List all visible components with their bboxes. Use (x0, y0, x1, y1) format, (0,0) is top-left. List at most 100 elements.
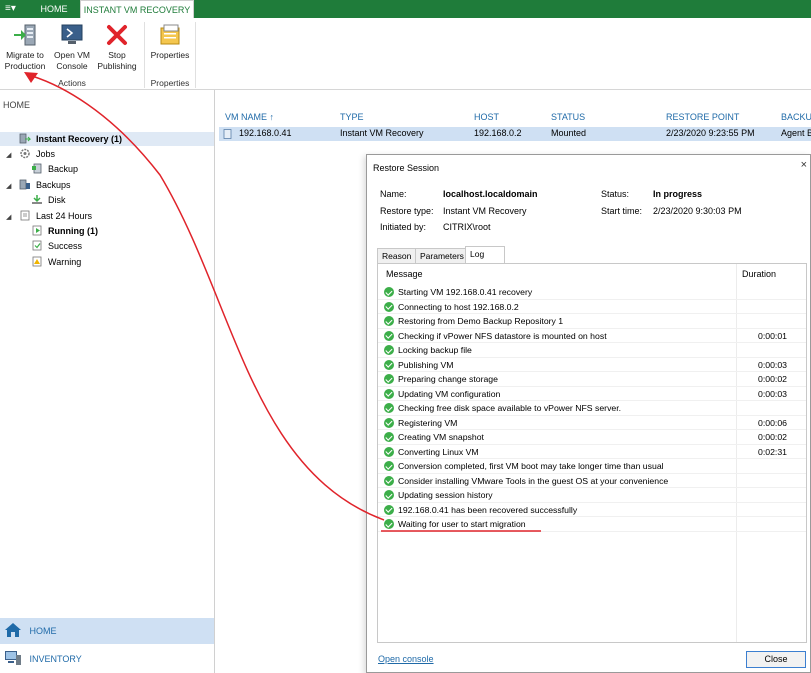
column-header-backup[interactable]: BACKU (781, 112, 811, 122)
nav-home-button[interactable]: HOME (0, 618, 214, 644)
log-row[interactable]: Checking if vPower NFS datastore is moun… (378, 329, 806, 343)
success-check-icon (384, 490, 394, 500)
cell-status: Mounted (551, 128, 587, 138)
jobs-gear-icon (19, 148, 30, 159)
tree-label: Disk (48, 195, 66, 205)
column-header-restore-point[interactable]: RESTORE POINT (666, 112, 739, 122)
log-row[interactable]: Publishing VM 0:00:03 (378, 358, 806, 372)
log-row[interactable]: Locking backup file (378, 343, 806, 358)
success-check-icon (384, 475, 394, 486)
success-check-icon (384, 446, 394, 457)
initiated-by-label: Initiated by: (380, 222, 427, 232)
log-message: Checking if vPower NFS datastore is moun… (398, 330, 607, 341)
open-vm-console-button[interactable]: Open VM Console (52, 22, 92, 72)
log-row[interactable]: Registering VM 0:00:06 (378, 416, 806, 430)
log-row[interactable]: Preparing change storage 0:00:02 (378, 372, 806, 387)
log-row[interactable]: Creating VM snapshot 0:00:02 (378, 430, 806, 445)
log-duration: 0:02:31 (758, 446, 787, 457)
nav-inventory-label: INVENTORY (29, 654, 82, 664)
history-doc-icon (20, 210, 29, 221)
tab-reason[interactable]: Reason (377, 248, 417, 263)
log-row[interactable]: Restoring from Demo Backup Repository 1 (378, 314, 806, 329)
tab-instant-vm-recovery[interactable]: INSTANT VM RECOVERY (80, 0, 194, 19)
ribbon: Migrate to Production Open VM Console St… (0, 18, 811, 90)
nav-inventory-button[interactable]: INVENTORY (0, 646, 214, 672)
collapse-arrow-icon: ◢ (6, 183, 12, 190)
log-row[interactable]: 192.168.0.41 has been recovered successf… (378, 503, 806, 517)
success-check-icon (384, 504, 394, 515)
tree-item-warning[interactable]: Warning (18, 255, 81, 269)
stop-publishing-button[interactable]: Stop Publishing (94, 22, 140, 72)
success-check-icon (384, 403, 394, 413)
main-menu-button[interactable]: ≡▾ (0, 0, 28, 18)
log-column-duration[interactable]: Duration (742, 269, 776, 279)
log-row[interactable]: Updating session history (378, 488, 806, 503)
log-row[interactable]: Connecting to host 192.168.0.2 (378, 300, 806, 314)
cell-host: 192.168.0.2 (474, 128, 522, 138)
log-message: 192.168.0.41 has been recovered successf… (398, 504, 578, 515)
migrate-to-production-button[interactable]: Migrate to Production (2, 22, 48, 72)
open-console-link[interactable]: Open console (378, 654, 434, 664)
log-row[interactable]: Waiting for user to start migration (378, 517, 806, 532)
log-row[interactable]: Updating VM configuration 0:00:03 (378, 387, 806, 401)
tab-home[interactable]: HOME (28, 0, 80, 18)
disk-download-icon (31, 195, 42, 204)
status-label: Status: (601, 189, 630, 199)
tab-log[interactable]: Log (465, 246, 505, 263)
navigation-pane: HOME Instant Recovery (1) ◢ Jobs Backup … (0, 90, 215, 673)
properties-label: Properties (150, 50, 190, 60)
tree-item-disk[interactable]: Disk (18, 193, 66, 207)
group-separator (195, 22, 196, 88)
migrate-label-line1: Migrate to (6, 50, 44, 60)
home-icon (5, 623, 21, 637)
inventory-icon (5, 651, 21, 665)
tree-item-running[interactable]: Running (1) (18, 224, 98, 238)
success-check-icon (384, 388, 394, 399)
properties-button[interactable]: Properties (148, 22, 192, 61)
tree-label: Running (1) (48, 226, 99, 236)
stop-x-icon (107, 25, 127, 45)
tree-item-backups[interactable]: ◢ Backups (6, 178, 71, 192)
stop-label-line1: Stop (108, 50, 126, 60)
column-header-vm-name[interactable]: VM NAME ↑ (225, 112, 274, 122)
log-row[interactable]: Converting Linux VM 0:02:31 (378, 445, 806, 459)
tab-parameters[interactable]: Parameters (415, 248, 469, 263)
column-header-type[interactable]: TYPE (340, 112, 364, 122)
success-check-icon (384, 359, 394, 370)
tree-label: Jobs (36, 149, 56, 159)
tree-item-instant-recovery[interactable]: Instant Recovery (1) (6, 132, 122, 146)
table-row[interactable]: 192.168.0.41 Instant VM Recovery 192.168… (219, 127, 811, 141)
running-icon (32, 225, 41, 236)
log-row[interactable]: Consider installing VMware Tools in the … (378, 474, 806, 488)
success-check-icon (384, 417, 394, 428)
log-row[interactable]: Starting VM 192.168.0.41 recovery (378, 285, 806, 300)
tree-item-backup-jobs[interactable]: Backup (18, 162, 78, 176)
tree-item-jobs[interactable]: ◢ Jobs (6, 147, 55, 161)
tree-label: Instant Recovery (1) (36, 134, 123, 144)
close-button[interactable]: Close (746, 651, 806, 668)
success-check-icon (384, 287, 394, 297)
dialog-title: Restore Session (373, 163, 440, 173)
migrate-label-line2: Production (4, 61, 46, 71)
console-icon (61, 24, 83, 44)
tree-item-last-24-hours[interactable]: ◢ Last 24 Hours (6, 209, 92, 223)
log-row[interactable]: Conversion completed, first VM boot may … (378, 459, 806, 474)
log-column-message[interactable]: Message (386, 269, 423, 279)
log-message: Conversion completed, first VM boot may … (398, 461, 664, 471)
restore-type-value: Instant VM Recovery (443, 206, 527, 216)
success-check-icon (384, 432, 394, 442)
log-list[interactable]: Message Duration Starting VM 192.168.0.4… (377, 263, 807, 643)
log-header: Message Duration (378, 264, 806, 284)
log-message: Registering VM (398, 417, 458, 428)
close-icon[interactable]: × (801, 159, 807, 171)
column-header-status[interactable]: STATUS (551, 112, 585, 122)
status-value: In progress (653, 189, 703, 199)
log-row[interactable]: Checking free disk space available to vP… (378, 401, 806, 416)
log-message: Creating VM snapshot (398, 432, 484, 442)
group-label-properties: Properties (150, 78, 190, 88)
log-duration: 0:00:03 (758, 388, 787, 399)
success-check-icon (384, 330, 394, 341)
tree-item-success[interactable]: Success (18, 239, 82, 253)
success-check-icon (384, 345, 394, 355)
column-header-host[interactable]: HOST (474, 112, 499, 122)
